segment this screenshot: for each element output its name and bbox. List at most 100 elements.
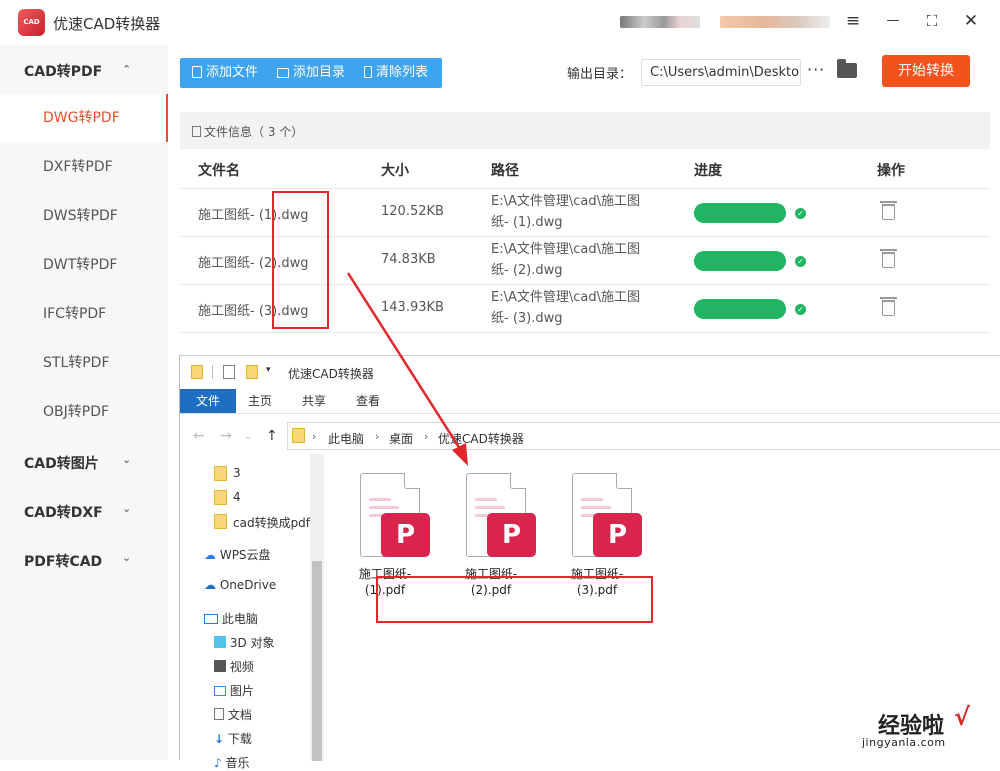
sidebar-item-dxf-to-pdf[interactable]: DXF转PDF [0, 143, 168, 191]
blurred-user-avatar [620, 16, 700, 28]
picture-icon [214, 686, 226, 696]
sidebar-item-ifc-to-pdf[interactable]: IFC转PDF [0, 290, 168, 338]
sidebar-item-dwt-to-pdf[interactable]: DWT转PDF [0, 241, 168, 289]
file-path-line: E:\A文件管理\cad\施工图 [491, 290, 640, 305]
file-size-cell: 74.83KB [381, 252, 436, 267]
tree-item-music[interactable]: ♪ 音乐 [214, 754, 250, 771]
chevron-up-icon[interactable]: ⌃ [122, 63, 131, 76]
tree-item-documents[interactable]: 文档 [214, 706, 252, 723]
document-icon [192, 126, 201, 137]
file-path-cell: E:\A文件管理\cad\施工图 纸- (2).dwg [491, 239, 661, 281]
tree-item-folder-3[interactable]: 3 [214, 466, 241, 481]
new-folder-icon[interactable] [246, 365, 258, 379]
chevron-down-icon[interactable]: ⌄ [122, 502, 131, 515]
breadcrumb-current-folder[interactable]: 优速CAD转换器 [438, 430, 524, 447]
tree-item-onedrive[interactable]: ☁ OneDrive [204, 578, 276, 592]
start-convert-button[interactable]: 开始转换 [882, 55, 970, 87]
sidebar-item-dws-to-pdf[interactable]: DWS转PDF [0, 192, 168, 240]
progress-bar [694, 203, 786, 223]
pdf-badge-icon: P [593, 513, 642, 557]
app-title: 优速CAD转换器 [53, 15, 161, 33]
breadcrumb-separator: › [312, 430, 317, 443]
tab-home[interactable]: 主页 [240, 389, 280, 413]
file-path-line: 纸- (2).dwg [491, 263, 563, 278]
file-path-line: E:\A文件管理\cad\施工图 [491, 194, 640, 209]
up-arrow-icon[interactable]: ↑ [266, 428, 278, 444]
forward-arrow-icon[interactable]: → [220, 428, 232, 444]
file-info-label: 文件信息 [204, 125, 253, 139]
back-arrow-icon[interactable]: ← [193, 428, 205, 444]
sidebar-item-dwg-to-pdf[interactable]: DWG转PDF [0, 94, 168, 142]
add-file-label: 添加文件 [206, 65, 259, 80]
breadcrumb-this-pc[interactable]: 此电脑 [328, 430, 364, 447]
dropdown-icon[interactable]: ▾ [266, 365, 278, 379]
minimize-button[interactable]: — [882, 10, 904, 32]
output-directory-label: 输出目录： [567, 67, 633, 82]
tree-item-3d-objects[interactable]: 3D 对象 [214, 634, 275, 651]
maximize-button[interactable]: ⛶ [921, 10, 943, 32]
scrollbar-thumb[interactable] [312, 561, 322, 761]
tree-item-label: WPS云盘 [219, 548, 271, 562]
more-options-icon[interactable]: ··· [807, 60, 825, 79]
tree-item-folder-cad[interactable]: cad转换成pdf [214, 514, 310, 531]
sidebar-group-cad-to-pdf[interactable]: CAD转PDF [24, 61, 102, 81]
properties-icon[interactable] [223, 365, 235, 379]
address-bar[interactable]: › 此电脑 › 桌面 › 优速CAD转换器 [287, 422, 1000, 450]
cloud-icon: ☁ [204, 578, 216, 592]
row-divider [180, 188, 990, 189]
clear-list-button[interactable]: 清除列表 [364, 58, 428, 88]
tree-item-label: 下载 [227, 732, 252, 746]
check-circle-icon: ✓ [795, 208, 806, 219]
tree-item-folder-4[interactable]: 4 [214, 490, 241, 505]
menu-icon[interactable]: ≡ [842, 10, 864, 32]
delete-icon[interactable] [880, 297, 897, 316]
delete-icon[interactable] [880, 201, 897, 220]
folder-icon [292, 428, 305, 443]
tree-item-videos[interactable]: 视频 [214, 658, 254, 675]
trash-icon [364, 66, 372, 78]
cloud-icon: ☁ [204, 548, 216, 562]
sidebar-item-stl-to-pdf[interactable]: STL转PDF [0, 339, 168, 387]
file-size-cell: 120.52KB [381, 204, 444, 219]
close-button[interactable]: ✕ [960, 10, 982, 32]
tree-item-label: 4 [233, 490, 241, 504]
folder-icon [191, 365, 203, 379]
breadcrumb-separator: › [424, 430, 429, 443]
tree-item-pictures[interactable]: 图片 [214, 682, 254, 699]
chevron-down-icon[interactable]: ⌄ [122, 453, 131, 466]
cube-icon [214, 636, 226, 648]
sidebar-group-cad-to-dxf[interactable]: CAD转DXF [24, 502, 103, 522]
breadcrumb-desktop[interactable]: 桌面 [389, 430, 413, 447]
sidebar: CAD转PDF ⌃ DWG转PDF DXF转PDF DWS转PDF DWT转PD… [0, 45, 168, 760]
chevron-down-icon[interactable]: ⌄ [244, 431, 252, 442]
delete-icon[interactable] [880, 249, 897, 268]
sidebar-group-pdf-to-cad[interactable]: PDF转CAD [24, 551, 102, 571]
chevron-down-icon[interactable]: ⌄ [122, 551, 131, 564]
file-path-cell: E:\A文件管理\cad\施工图 纸- (3).dwg [491, 287, 661, 329]
output-directory-field[interactable]: C:\Users\admin\Desktop [641, 59, 801, 86]
sidebar-item-obj-to-pdf[interactable]: OBJ转PDF [0, 388, 168, 436]
check-circle-icon: ✓ [795, 304, 806, 315]
tree-item-downloads[interactable]: ↓ 下载 [214, 730, 252, 747]
column-header-path: 路径 [491, 163, 519, 179]
tab-file[interactable]: 文件 [180, 389, 236, 413]
tree-item-wps-cloud[interactable]: ☁ WPS云盘 [204, 546, 271, 563]
row-divider [180, 332, 990, 333]
tree-item-this-pc[interactable]: 此电脑 [204, 610, 258, 627]
sidebar-group-cad-to-image[interactable]: CAD转图片 [24, 453, 99, 473]
computer-icon [204, 614, 218, 624]
blurred-user-name [720, 16, 830, 28]
column-header-progress: 进度 [694, 163, 722, 179]
tree-item-label: 此电脑 [221, 612, 258, 626]
open-folder-icon[interactable] [837, 59, 857, 78]
video-icon [214, 660, 226, 672]
tab-share[interactable]: 共享 [294, 389, 334, 413]
file-path-line: E:\A文件管理\cad\施工图 [491, 242, 640, 257]
tree-item-label: 3D 对象 [229, 636, 275, 650]
add-file-button[interactable]: 添加文件 [192, 58, 258, 88]
file-path-line: 纸- (3).dwg [491, 311, 563, 326]
tab-view[interactable]: 查看 [348, 389, 388, 413]
file-icon [192, 66, 202, 78]
add-directory-button[interactable]: 添加目录 [277, 58, 345, 88]
ribbon-tabs: 文件 主页 共享 查看 [180, 389, 1000, 414]
